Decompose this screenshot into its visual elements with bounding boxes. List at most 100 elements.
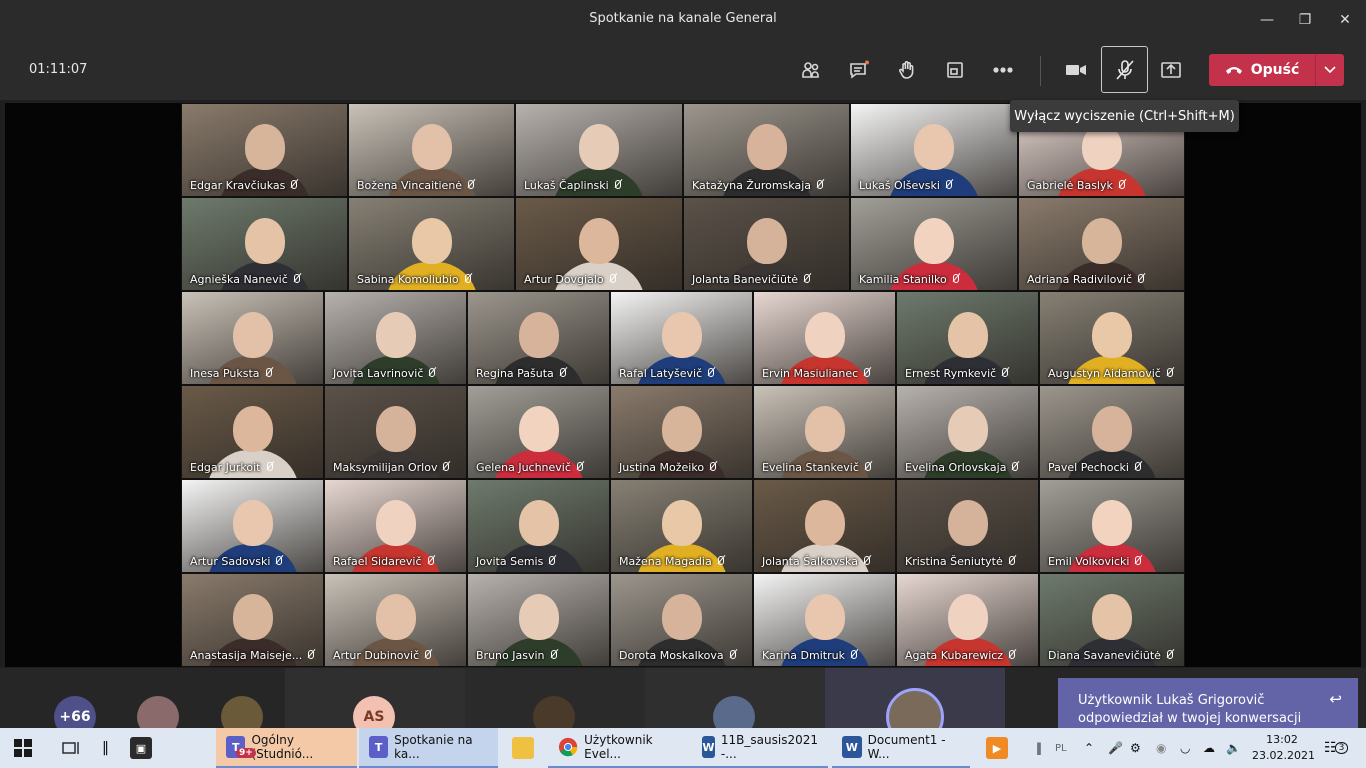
- participant-video-tile[interactable]: Augustyn Aidamovič: [1039, 291, 1185, 385]
- chat-button[interactable]: [841, 50, 877, 90]
- participant-video-tile[interactable]: Lukaš Čaplinski: [515, 103, 683, 197]
- participant-video-tile[interactable]: Kristina Šeniutytė: [896, 479, 1039, 573]
- participant-video-tile[interactable]: Kamilia Stanilko: [850, 197, 1018, 291]
- participant-video-tile[interactable]: Dorota Moskalkova: [610, 573, 753, 667]
- onedrive-icon[interactable]: ☁: [1203, 728, 1215, 768]
- participant-video-tile[interactable]: Anastasija Maiseje...: [181, 573, 324, 667]
- language-indicator[interactable]: PL: [1055, 728, 1067, 768]
- taskbar-app-teams-chat[interactable]: T 9+ Ogólny (Studnió...: [216, 728, 357, 768]
- participant-name-label: Kamilia Stanilko: [859, 273, 960, 286]
- taskbar-separator: ‖: [102, 740, 109, 756]
- unmute-button[interactable]: [1101, 46, 1148, 93]
- participant-video-tile[interactable]: Rafael Sidarevič: [324, 479, 467, 573]
- word-icon: W: [702, 736, 715, 758]
- participant-video-tile[interactable]: Rafal Latyševič: [610, 291, 753, 385]
- participant-video-tile[interactable]: Jolanta Banevičiūtė: [683, 197, 850, 291]
- participant-video-tile[interactable]: Ernest Rymkevič: [896, 291, 1039, 385]
- participant-video-tile[interactable]: Justina Možeiko: [610, 385, 753, 479]
- muted-mic-icon: [549, 650, 558, 661]
- participant-face: [232, 406, 273, 453]
- participant-video-tile[interactable]: Artur Sadovski: [181, 479, 324, 573]
- participant-video-tile[interactable]: Katažyna Žuromskaja: [683, 103, 850, 197]
- muted-microphone-icon: [1115, 59, 1134, 80]
- windows-taskbar: ‖ ▣ T 9+ Ogólny (Studnió... T Spotkanie …: [0, 728, 1366, 768]
- maximize-icon[interactable]: ❐: [1285, 0, 1325, 40]
- show-hidden-icons-button[interactable]: ⌃: [1084, 728, 1094, 768]
- share-button[interactable]: [1153, 50, 1189, 90]
- tray-separator: ‖: [1036, 741, 1042, 755]
- participant-video-tile[interactable]: Pavel Pechocki: [1039, 385, 1185, 479]
- participant-face: [947, 594, 988, 641]
- taskbar-app-word-1[interactable]: W 11B_sausis2021 -...: [692, 728, 828, 768]
- participant-video-tile[interactable]: Karina Dmitruk: [753, 573, 896, 667]
- participant-video-tile[interactable]: Jovita Semis: [467, 479, 610, 573]
- security-tray-icon[interactable]: ⚙: [1130, 728, 1141, 768]
- participant-video-tile[interactable]: Gelena Juchnevič: [467, 385, 610, 479]
- app-tray-icon[interactable]: ◉: [1156, 728, 1166, 768]
- participant-video-tile[interactable]: Inesa Puksta: [181, 291, 324, 385]
- participant-video-tile[interactable]: Agata Kubarewicz: [896, 573, 1039, 667]
- taskbar-app-chrome[interactable]: Użytkownik Evel...: [548, 728, 694, 768]
- task-view-button[interactable]: [62, 728, 80, 768]
- volume-icon[interactable]: 🔈: [1226, 728, 1241, 768]
- participant-video-tile[interactable]: Edgar Kravčiukas: [181, 103, 348, 197]
- participant-name-label: Jovita Lavrinovič: [333, 367, 436, 380]
- participant-video-tile[interactable]: Božena Vincaitienė: [348, 103, 515, 197]
- media-player-button[interactable]: ▶: [986, 728, 1008, 768]
- word-icon: W: [842, 736, 862, 758]
- participant-video-tile[interactable]: Evelina Stankevič: [753, 385, 896, 479]
- participant-name: Jolanta Banevičiūtė: [692, 273, 799, 286]
- more-actions-button[interactable]: [985, 50, 1021, 90]
- system-clock[interactable]: 13:02 23.02.2021: [1252, 732, 1315, 764]
- muted-mic-icon: [1010, 462, 1019, 473]
- minimize-icon[interactable]: —: [1247, 0, 1287, 40]
- people-icon: [802, 62, 819, 78]
- participant-video-tile[interactable]: Jovita Lavrinovič: [324, 291, 467, 385]
- close-icon[interactable]: ✕: [1325, 0, 1365, 40]
- participant-video-tile[interactable]: Evelina Orlovskaja: [896, 385, 1039, 479]
- rooms-button[interactable]: [937, 50, 973, 90]
- participant-name: Kristina Šeniutytė: [905, 555, 1003, 568]
- file-explorer-button[interactable]: [512, 728, 534, 768]
- participant-video-tile[interactable]: Sabina Komoliubio: [348, 197, 515, 291]
- participant-video-tile[interactable]: Diana Savanevičiūtė: [1039, 573, 1185, 667]
- participant-video-tile[interactable]: Adriana Radivilovič: [1018, 197, 1185, 291]
- action-center-button[interactable]: ☷ 3: [1324, 728, 1349, 768]
- participant-face: [661, 406, 702, 453]
- camera-button[interactable]: [1058, 50, 1094, 90]
- reply-icon[interactable]: ↩: [1329, 690, 1342, 708]
- taskbar-app-label: Document1 - W...: [867, 733, 946, 761]
- meeting-timer: 01:11:07: [29, 62, 88, 77]
- muted-mic-icon: [863, 462, 872, 473]
- participant-name-label: Jovita Semis: [476, 555, 556, 568]
- participant-video-tile[interactable]: Jolanta Šalkovska: [753, 479, 896, 573]
- participant-video-tile[interactable]: Mažena Magadia: [610, 479, 753, 573]
- participant-name-label: Edgar Kravčiukas: [190, 179, 298, 192]
- participant-video-tile[interactable]: Emil Volkovicki: [1039, 479, 1185, 573]
- participant-video-tile[interactable]: Regina Pašuta: [467, 291, 610, 385]
- chevron-down-icon: [1324, 66, 1336, 74]
- chat-notification[interactable]: Użytkownik Lukaš Grigorovič odpowiedział…: [1058, 678, 1358, 730]
- participant-video-tile[interactable]: Maksymilijan Orlov: [324, 385, 467, 479]
- network-icon[interactable]: ◡: [1180, 728, 1190, 768]
- participant-video-tile[interactable]: Edgar Jurkoit: [181, 385, 324, 479]
- participant-video-tile[interactable]: Bruno Jasvin: [467, 573, 610, 667]
- taskbar-app-teams-meeting[interactable]: T Spotkanie na ka...: [359, 728, 498, 768]
- raise-hand-button[interactable]: [889, 50, 925, 90]
- participant-video-tile[interactable]: Ervin Masiulianec: [753, 291, 896, 385]
- participant-video-tile[interactable]: Agnieška Nanevič: [181, 197, 348, 291]
- muted-mic-icon: [802, 274, 811, 285]
- participant-name: Jovita Semis: [476, 555, 544, 568]
- muted-mic-icon: [558, 368, 567, 379]
- participant-name: Božena Vincaitienė: [357, 179, 463, 192]
- participant-video-tile[interactable]: Lukaš Olševski: [850, 103, 1018, 197]
- start-button[interactable]: [14, 728, 32, 768]
- participants-button[interactable]: [793, 50, 829, 90]
- microphone-tray-icon[interactable]: 🎤: [1108, 728, 1123, 768]
- leave-button[interactable]: Opuść: [1209, 54, 1315, 86]
- participant-video-tile[interactable]: Artur Dovgialo: [515, 197, 683, 291]
- leave-options-button[interactable]: [1315, 54, 1344, 86]
- store-button[interactable]: ▣: [130, 728, 152, 768]
- taskbar-app-word-2[interactable]: W Document1 - W...: [832, 728, 970, 768]
- participant-video-tile[interactable]: Artur Dubinovič: [324, 573, 467, 667]
